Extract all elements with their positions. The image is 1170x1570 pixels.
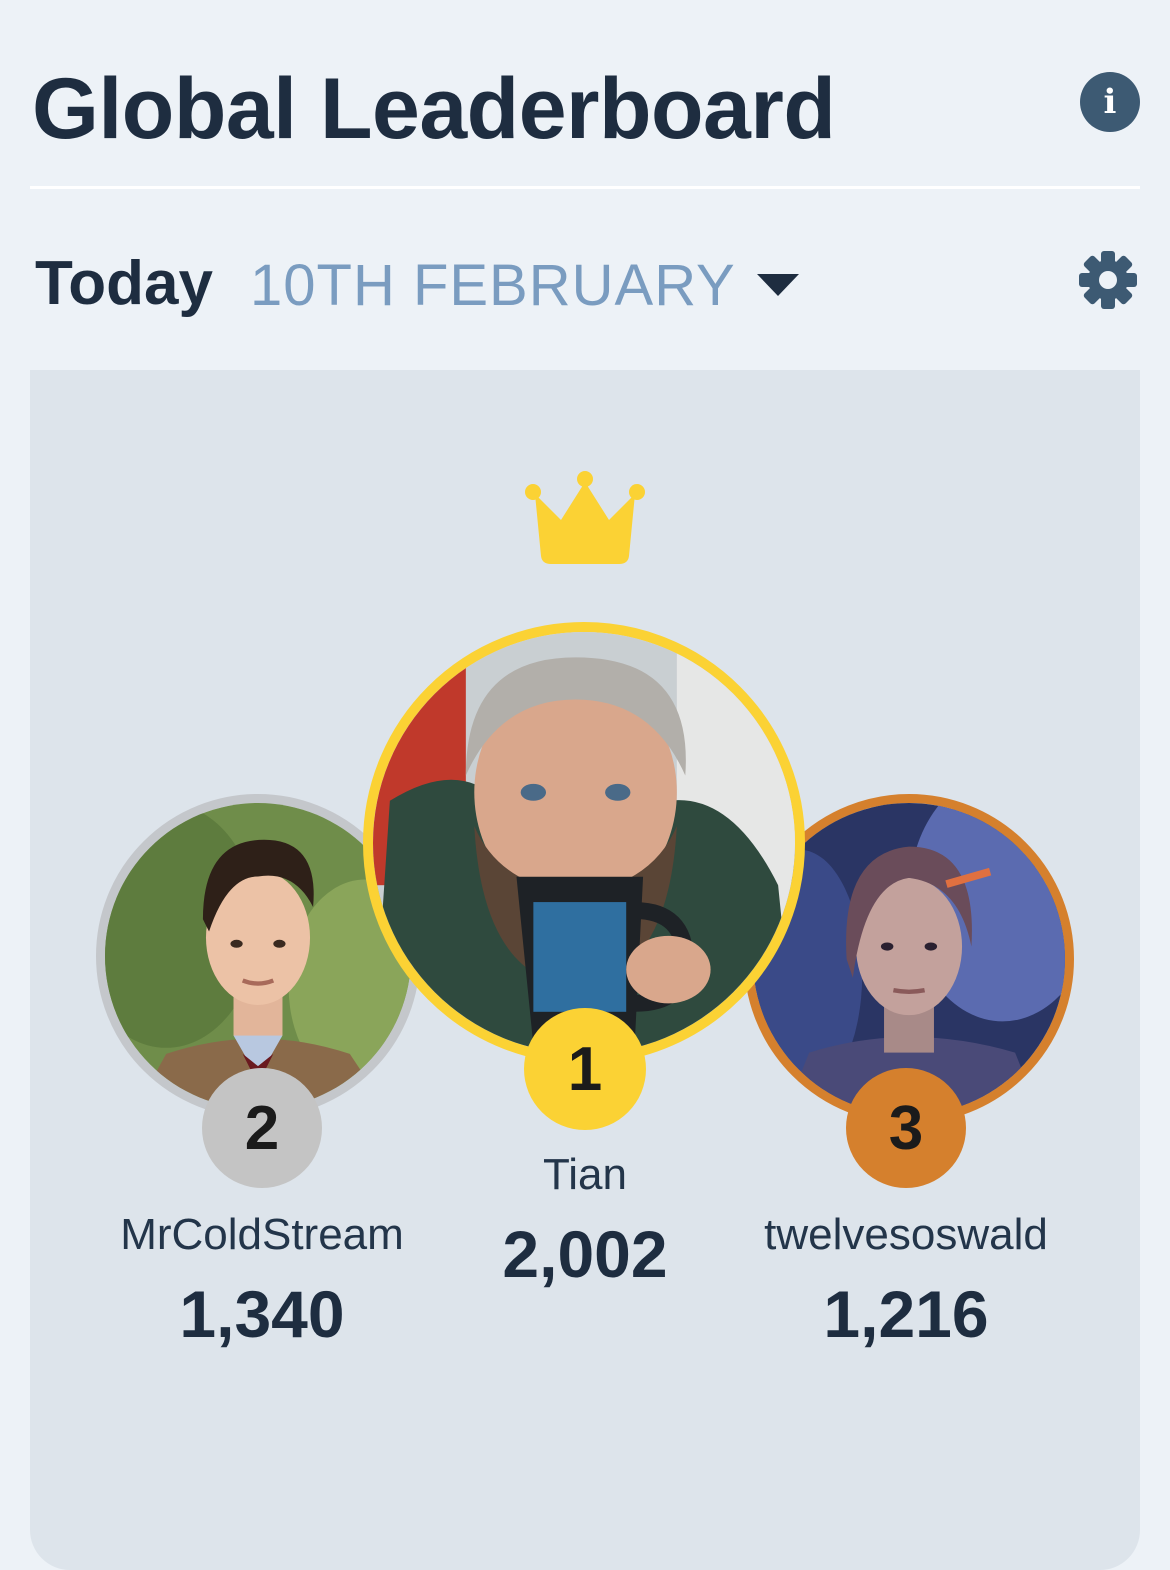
leaderboard-podium: 2 1 3 MrColdStream 1,340 Tian 2,002 twel… [30,370,1140,1570]
username-rank-1[interactable]: Tian [395,1150,775,1200]
rank-badge-2: 2 [202,1068,322,1188]
info-icon[interactable]: i [1080,72,1140,132]
score-rank-3: 1,216 [823,1277,989,1351]
avatar-rank-1[interactable] [363,622,805,1064]
date-selector[interactable]: Today 10TH FEBRUARY [30,240,1140,330]
crown-icon [525,471,645,564]
page-title: Global Leaderboard [32,61,836,157]
gear-icon[interactable] [1078,250,1138,310]
date-label[interactable]: 10TH FEBRUARY [250,252,736,319]
divider [30,186,1140,189]
caret-down-icon[interactable] [755,272,801,298]
rank-badge-3: 3 [846,1068,966,1188]
username-rank-3[interactable]: twelvesoswald [716,1210,1096,1260]
header: Global Leaderboard i [30,40,1140,188]
rank-badge-1: 1 [524,1008,646,1130]
period-label: Today [35,249,213,318]
